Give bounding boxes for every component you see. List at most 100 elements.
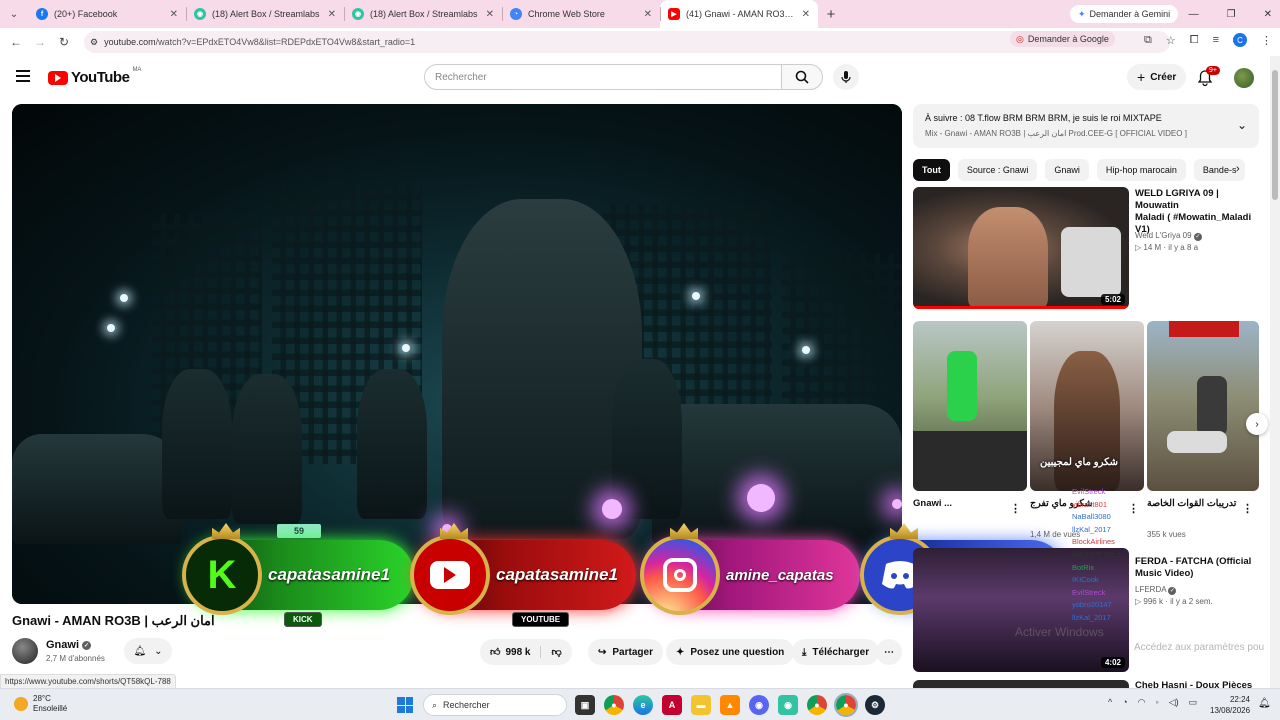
create-button[interactable]: + Créer	[1127, 64, 1187, 90]
task-view-icon[interactable]: ▣	[575, 695, 595, 715]
close-window-icon[interactable]: ✕	[1264, 9, 1272, 20]
url-field[interactable]: ⚙ youtube.com/watch?v=EPdxETO4Vw8&list=R…	[84, 31, 1170, 53]
edge-icon[interactable]: e	[633, 695, 653, 715]
share-button[interactable]: ↪ Partager	[588, 639, 663, 665]
thumbs-down-icon: 👎︎	[551, 647, 562, 658]
channel-name-row[interactable]: Gnawi ✓	[46, 639, 92, 651]
shorts-next-button[interactable]: ›	[1246, 413, 1268, 435]
browser-tab[interactable]: f (20+) Facebook ✕	[28, 0, 186, 28]
chip-source[interactable]: Source : Gnawi	[957, 159, 1038, 181]
angular-icon[interactable]: A	[662, 695, 682, 715]
short-thumbnail[interactable]	[1147, 321, 1259, 491]
media-icon[interactable]: ≡	[1213, 34, 1219, 46]
forward-icon[interactable]: →	[28, 35, 52, 49]
extensions-icon[interactable]: ⧠	[1190, 34, 1199, 47]
download-button[interactable]: ⤓ Télécharger	[792, 639, 880, 665]
restore-icon[interactable]: ❐	[1227, 9, 1236, 20]
chrome-icon[interactable]: ●	[807, 695, 827, 715]
video-thumbnail[interactable]: 5:02	[913, 187, 1129, 309]
short-title[interactable]: تدريبات القوات الخاصة	[1147, 498, 1236, 510]
bookmark-star-icon[interactable]: ☆	[1166, 34, 1176, 47]
weather-widget[interactable]: 28°C Ensoleillé	[14, 694, 67, 714]
download-label: Télécharger	[812, 646, 870, 658]
discord-taskbar-icon[interactable]: ◉	[749, 695, 769, 715]
wifi-icon[interactable]: ◠	[1138, 697, 1146, 708]
profile-avatar[interactable]: C	[1233, 33, 1247, 47]
close-tab-icon[interactable]: ✕	[486, 9, 494, 20]
recommended-video-title[interactable]: Cheb Hasni - Doux Pièces	[1135, 680, 1252, 688]
person	[162, 369, 232, 519]
search-input[interactable]: Rechercher	[424, 64, 782, 90]
site-info-icon[interactable]: ⚙	[90, 37, 98, 48]
ask-question-button[interactable]: ✦ Posez une question	[666, 639, 795, 665]
browser-menu-icon[interactable]: ⋮	[1261, 34, 1272, 47]
menu-icon[interactable]	[16, 70, 30, 82]
scrollbar-thumb[interactable]	[1272, 70, 1278, 200]
recommended-channel[interactable]: Weld L'Griya 09 ✓	[1135, 230, 1202, 242]
chip-hiphop[interactable]: Hip-hop marocain	[1096, 159, 1186, 181]
more-actions-button[interactable]: ⋯	[876, 639, 902, 665]
minimize-icon[interactable]: —	[1189, 9, 1199, 20]
close-tab-icon[interactable]: ✕	[328, 9, 336, 20]
ask-google-button[interactable]: ◎ Demander à Google	[1010, 31, 1115, 47]
short-options-icon[interactable]: ⋮	[1010, 502, 1021, 515]
tray-overflow-icon[interactable]: ^	[1108, 697, 1112, 708]
reload-icon[interactable]: ↻	[52, 35, 76, 49]
channel-avatar[interactable]	[12, 638, 38, 664]
light-flare	[892, 499, 902, 509]
youtube-badge-play-icon	[430, 561, 470, 589]
subscription-bell-button[interactable]: 🔔︎ ⌄	[124, 638, 172, 664]
browser-tab[interactable]: ◉ (18) Alert Box / Streamlabs ✕	[186, 0, 344, 28]
up-next-panel[interactable]: À suivre : 08 T.flow BRM BRM BRM, je sui…	[913, 104, 1259, 148]
gemini-button[interactable]: ✦ Demander à Gemini	[1070, 5, 1179, 23]
short-thumbnail[interactable]	[913, 321, 1027, 491]
short-thumbnail[interactable]: شكرو ماي لمجيبين	[1030, 321, 1144, 491]
meta-text: 996 k · il y a 2 sem.	[1143, 597, 1213, 606]
plus-icon: +	[1137, 69, 1146, 85]
streamlabs-taskbar-icon[interactable]: ◉	[778, 695, 798, 715]
mic-tray-icon[interactable]: ◦	[1156, 697, 1159, 708]
video-thumbnail[interactable]	[913, 680, 1129, 688]
close-tab-icon[interactable]: ✕	[170, 9, 178, 20]
taskbar-search[interactable]: ⌕ Rechercher	[423, 694, 567, 716]
recommended-video-title[interactable]: WELD LGRIYA 09 | Mouwatin Maladi ( #Mowa…	[1135, 188, 1265, 236]
expand-chevron-icon[interactable]: ⌄	[1237, 118, 1247, 132]
short-options-icon[interactable]: ⋮	[1242, 502, 1253, 515]
recommended-video-title[interactable]: FERDA - FATCHA (Official Music Video)	[1135, 556, 1260, 580]
notification-center-icon[interactable]: 🔔︎	[1258, 698, 1271, 709]
network-icon[interactable]: ◔	[1122, 697, 1127, 708]
browser-tab-strip: ⌄ f (20+) Facebook ✕ ◉ (18) Alert Box / …	[0, 0, 1280, 28]
steam-icon[interactable]: ⚙	[865, 695, 885, 715]
tab-search-icon[interactable]: ⌄	[0, 0, 28, 28]
vlc-icon[interactable]: ▲	[720, 695, 740, 715]
taskbar-clock[interactable]: 22:24 13/08/2026	[1210, 694, 1250, 716]
volume-icon[interactable]: ◁)	[1169, 697, 1179, 708]
light-flare	[602, 499, 622, 519]
voice-search-button[interactable]	[833, 64, 859, 90]
file-explorer-icon[interactable]: ▬	[691, 695, 711, 715]
chip-all[interactable]: Tout	[913, 159, 950, 181]
like-button[interactable]: 👍︎ 998 k	[480, 646, 542, 658]
browser-tab[interactable]: ◔ Chrome Web Store ✕	[502, 0, 660, 28]
browser-tab-active[interactable]: ▶ (41) Gnawi - AMAN RO3B | امان الرعب ✕	[660, 0, 818, 28]
activate-windows-title: Activer Windows	[1015, 625, 1104, 639]
close-tab-icon[interactable]: ✕	[802, 9, 810, 20]
back-icon[interactable]: ←	[4, 35, 28, 49]
close-tab-icon[interactable]: ✕	[644, 9, 652, 20]
chrome-icon[interactable]: ●	[604, 695, 624, 715]
short-title[interactable]: Gnawi ...	[913, 498, 952, 510]
browser-tab[interactable]: ◉ (18) Alert Box / Streamlabs ✕	[344, 0, 502, 28]
chrome-icon[interactable]: ●	[834, 693, 858, 717]
cast-icon[interactable]: ⧉	[1144, 34, 1152, 47]
youtube-logo[interactable]: YouTube MA	[48, 67, 141, 86]
search-button[interactable]	[781, 64, 823, 90]
chat-line: llzKal_2017	[1072, 524, 1144, 537]
account-avatar[interactable]	[1234, 68, 1254, 88]
chat-user: BlockAirlines	[1072, 537, 1115, 547]
dislike-button[interactable]: 👎︎	[541, 646, 571, 658]
new-tab-button[interactable]: +	[818, 6, 844, 23]
battery-icon[interactable]: ▭	[1189, 697, 1198, 708]
chips-next-chevron-icon[interactable]: ›	[1236, 163, 1240, 175]
windows-start-icon[interactable]	[397, 697, 413, 713]
chip-gnawi[interactable]: Gnawi	[1045, 159, 1089, 181]
